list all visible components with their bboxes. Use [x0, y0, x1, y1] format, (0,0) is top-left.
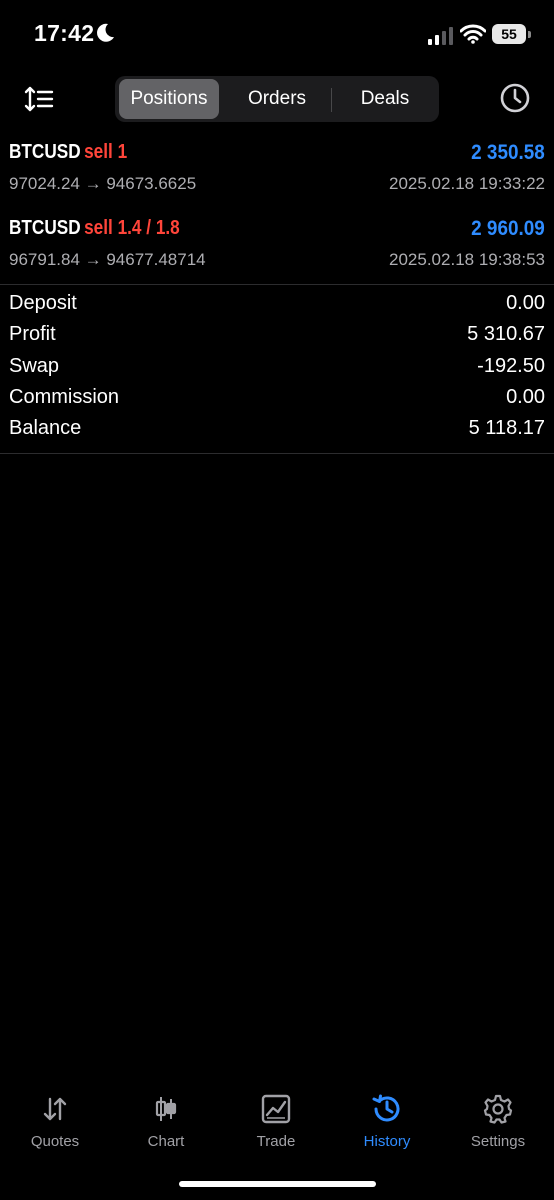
- position-time: 2025.02.18 19:38:53: [389, 250, 545, 269]
- summary-row-balance: Balance 5 118.17: [0, 415, 554, 446]
- position-title: BTCUSD sell 1: [9, 141, 127, 164]
- status-bar: 17:42 55: [0, 0, 554, 70]
- tab-settings[interactable]: Settings: [443, 1085, 553, 1155]
- position-symbol: BTCUSD: [9, 217, 81, 239]
- tab-history[interactable]: History: [332, 1085, 442, 1155]
- summary-value: 0.00: [506, 292, 545, 314]
- tab-label: History: [363, 1133, 411, 1150]
- position-side: sell 1.4 / 1.8: [84, 217, 180, 239]
- tab-label: Quotes: [30, 1133, 80, 1150]
- tab-quotes[interactable]: Quotes: [0, 1085, 110, 1155]
- position-title: BTCUSD sell 1.4 / 1.8: [9, 217, 180, 240]
- tab-label: Trade: [256, 1133, 296, 1150]
- position-prices: 96791.84 → 94677.48714: [9, 250, 206, 269]
- trade-chart-icon: [261, 1094, 291, 1124]
- tab-deals[interactable]: Deals: [335, 79, 435, 119]
- position-prices: 97024.24 → 94673.6625: [9, 174, 197, 193]
- wifi-icon: [460, 24, 486, 44]
- summary-label: Commission: [9, 385, 120, 408]
- tab-label: Settings: [470, 1133, 526, 1150]
- position-symbol: BTCUSD: [9, 141, 81, 163]
- summary-row-swap: Swap -192.50: [0, 353, 554, 384]
- history-icon: [372, 1094, 400, 1122]
- summary-value: 0.00: [506, 385, 545, 408]
- position-profit: 2 350.58: [471, 141, 545, 164]
- summary-label: Profit: [9, 323, 56, 346]
- quotes-arrows-icon: [43, 1097, 67, 1121]
- tab-orders[interactable]: Orders: [225, 79, 329, 119]
- summary-label: Swap: [9, 354, 60, 377]
- tab-positions[interactable]: Positions: [119, 79, 219, 119]
- section-divider: [0, 284, 554, 285]
- clock-icon[interactable]: [499, 82, 531, 114]
- moon-icon: [97, 23, 114, 42]
- gear-icon: [483, 1094, 513, 1124]
- summary-row-deposit: Deposit 0.00: [0, 290, 554, 321]
- status-time: 17:42: [34, 20, 95, 46]
- tab-bar: Quotes Chart Trade History Settings: [0, 1085, 554, 1165]
- battery-cap: [528, 31, 531, 38]
- summary-row-profit: Profit 5 310.67: [0, 321, 554, 352]
- summary-value: 5 118.17: [468, 417, 545, 440]
- summary-label: Balance: [9, 417, 82, 440]
- tab-chart[interactable]: Chart: [111, 1085, 221, 1155]
- cellular-signal-icon: [428, 27, 453, 45]
- summary-row-commission: Commission 0.00: [0, 384, 554, 415]
- position-profit: 2 960.09: [471, 217, 545, 240]
- summary-value: 5 310.67: [467, 323, 545, 346]
- sort-icon[interactable]: [24, 84, 54, 114]
- segmented-control: Positions Orders Deals: [115, 76, 439, 122]
- position-side: sell 1: [84, 141, 128, 163]
- position-row[interactable]: BTCUSD sell 1.4 / 1.8 2 960.09 96791.84 →…: [0, 209, 554, 285]
- segment-divider: [331, 88, 332, 112]
- account-summary: Deposit 0.00 Profit 5 310.67 Swap -192.5…: [0, 290, 554, 446]
- summary-value: -192.50: [477, 354, 545, 377]
- tab-label: Chart: [147, 1133, 185, 1150]
- section-divider: [0, 453, 554, 454]
- summary-label: Deposit: [9, 292, 77, 314]
- position-row[interactable]: BTCUSD sell 1 2 350.58 97024.24 → 94673.6…: [0, 133, 554, 209]
- battery-indicator: 55: [492, 24, 526, 44]
- position-time: 2025.02.18 19:33:22: [389, 174, 545, 193]
- home-indicator[interactable]: [179, 1181, 376, 1187]
- candlestick-icon: [155, 1097, 177, 1121]
- tab-trade[interactable]: Trade: [221, 1085, 331, 1155]
